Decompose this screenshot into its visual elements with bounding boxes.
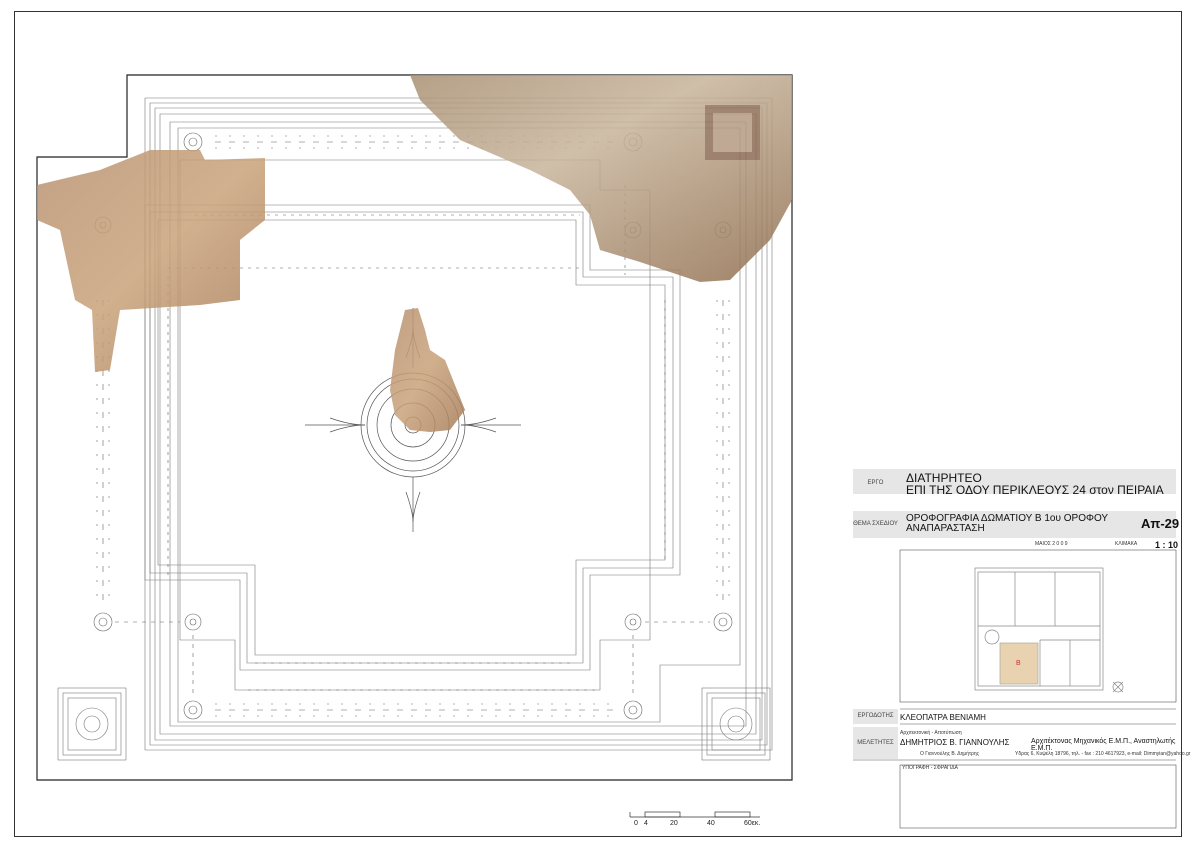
study-subtitle: Αρχιτεκτονική - Αποτύπωση xyxy=(900,730,962,736)
key-plan xyxy=(974,567,1124,693)
subject-label: ΘΕΜΑ ΣΧΕΔΙΟΥ xyxy=(853,521,898,527)
scalebar-label-0: 0 xyxy=(634,820,638,827)
room-mark: Β xyxy=(1016,660,1021,667)
title-block-lines xyxy=(853,549,1177,829)
scalebar-label-40: 40 xyxy=(707,820,715,827)
signature-label: ΥΠΟΓΡΑΦΗ - ΣΦΡΑΓΙΔΑ xyxy=(902,765,958,771)
scalebar-label-4: 4 xyxy=(644,820,648,827)
designer-role: Αρχιτέκτονας Μηχανικός Ε.Μ.Π., Αναστηλωτ… xyxy=(1031,738,1176,752)
scale-value: 1 : 10 xyxy=(1155,540,1179,550)
project-line-2: ΕΠΙ ΤΗΣ ΟΔΟΥ ΠΕΡΙΚΛΕΟΥΣ 24 στον ΠΕΙΡΑΙΑ xyxy=(906,483,1164,497)
drawing-code: Απ-29 xyxy=(1141,516,1180,531)
designer-address: Υδρας 6, Κυψέλη 18796, τηλ. - fax : 210 … xyxy=(1015,751,1191,757)
client-label: ΕΡΓΟΔΟΤΗΣ xyxy=(857,713,894,719)
subject-title: ΟΡΟΦΟΓΡΑΦΙΑ ΔΩΜΑΤΙΟΥ Β 1ου ΟΡΟΦΟΥ ΑΝΑΠΑΡ… xyxy=(906,514,1108,534)
scale-label: ΚΛΙΜΑΚΑ xyxy=(1115,541,1138,547)
ceiling-plan xyxy=(36,74,1177,829)
client-name: ΚΛΕΟΠΑΤΡΑ ΒΕΝΙΑΜΗ xyxy=(900,713,986,722)
designer-name: ΔΗΜΗΤΡΙΟΣ Β. ΓΙΑΝΝΟΥΛΗΣ xyxy=(900,738,1010,747)
date-label: ΜΑΙΟΣ 2 0 0 9 xyxy=(1035,541,1068,547)
subject-line-2: ΑΝΑΠΑΡΑΣΤΑΣΗ xyxy=(906,523,985,534)
scale-bar xyxy=(629,811,760,818)
scalebar-label-60: 60εκ. xyxy=(744,820,761,827)
designers-label: ΜΕΛΕΤΗΤΕΣ xyxy=(857,740,894,746)
scalebar-label-20: 20 xyxy=(670,820,678,827)
project-title: ΔΙΑΤΗΡΗΤΕΟ ΕΠΙ ΤΗΣ ΟΔΟΥ ΠΕΡΙΚΛΕΟΥΣ 24 στ… xyxy=(906,472,1164,496)
designer-sig-line: Ο Γιαννούλης Β. Δημήτρης xyxy=(920,751,980,757)
project-label: ΕΡΓΟ xyxy=(867,480,884,486)
corner-panels xyxy=(57,687,771,761)
